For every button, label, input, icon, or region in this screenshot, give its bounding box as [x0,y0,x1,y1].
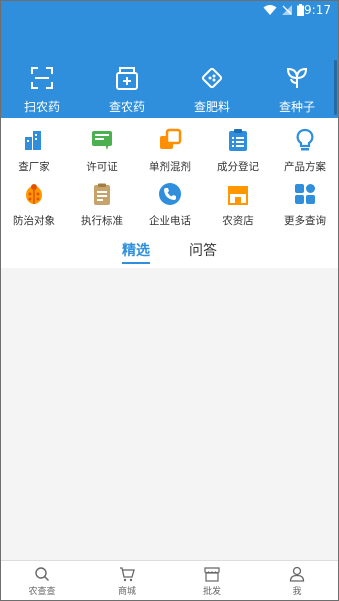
nav-nongchacha[interactable]: 农查查 [0,566,84,597]
tab-qa[interactable]: 问答 [189,240,217,260]
grid-item-standard[interactable]: 执行标准 [68,182,136,228]
quick-actions: 扫农药 查农药 查肥料 查种子 [0,60,339,116]
grid-label: 企业电话 [149,215,191,227]
grid-label: 成分登记 [217,161,259,173]
grid-item-registration[interactable]: 成分登记 [204,128,272,174]
content-area [0,268,339,560]
status-bar: 9:17 [0,0,339,22]
content-tabs: 精选 问答 [0,230,339,268]
scrollbar[interactable] [334,60,337,115]
nav-label: 农查查 [28,587,56,597]
factory-icon [25,131,41,150]
quick-label: 查农药 [108,100,145,114]
shop-icon [204,567,220,582]
nav-me[interactable]: 我 [255,566,339,597]
grid-item-company-phone[interactable]: 企业电话 [136,182,204,228]
nav-wholesale[interactable]: 批发 [170,566,254,597]
grid-item-license[interactable]: 许可证 [68,128,136,174]
nav-label: 商城 [117,587,136,597]
nav-label: 批发 [202,587,221,597]
signal-icon [282,5,292,15]
store-icon [228,186,248,205]
clipboard-icon [229,129,247,151]
header-banner: 9:17 扫农药 查农药 查肥料 查种子 [0,0,339,118]
grid-label: 执行标准 [81,215,123,227]
grid-item-mixture[interactable]: 单剂混剂 [136,128,204,174]
status-time: 9:17 [304,3,331,17]
grid-item-more[interactable]: 更多查询 [271,182,339,228]
quick-search-fertilizer[interactable]: 查肥料 [170,60,254,115]
medicine-box-icon [116,67,138,90]
quick-scan-pesticide[interactable]: 扫农药 [0,60,84,115]
bug-icon [26,184,42,204]
bottom-nav: 农查查 商城 批发 我 [0,560,339,601]
feature-grid: 查厂家 许可证 单剂混剂 成分登记 产品方案 防治对象 执行标准 企业电话 农资… [0,118,339,230]
grid-label: 农资店 [222,215,254,227]
grid-item-farm-store[interactable]: 农资店 [204,182,272,228]
quick-label: 扫农药 [23,100,60,114]
battery-icon [297,4,304,16]
tab-featured[interactable]: 精选 [122,240,150,260]
scan-icon [31,67,53,89]
quick-search-pesticide[interactable]: 查农药 [85,60,169,115]
fertilizer-icon [201,67,223,89]
mix-icon [160,128,182,149]
user-icon [289,566,305,582]
grid-label: 查厂家 [18,161,50,173]
grid-item-manufacturer[interactable]: 查厂家 [0,128,68,174]
license-icon [92,131,112,150]
lightbulb-icon [296,128,314,151]
more-grid-icon [295,184,315,204]
document-icon [94,183,110,205]
grid-label: 单剂混剂 [149,161,191,173]
phone-icon [159,183,181,205]
grid-label: 防治对象 [13,215,55,227]
grid-label: 许可证 [86,161,118,173]
grid-item-product-plan[interactable]: 产品方案 [271,128,339,174]
tab-indicator [122,262,150,264]
search-icon [35,567,49,581]
nav-label: 我 [292,587,302,597]
seedling-icon [286,67,308,88]
cart-icon [120,567,135,582]
quick-label: 查肥料 [193,100,230,114]
grid-item-pest-target[interactable]: 防治对象 [0,182,68,228]
quick-search-seed[interactable]: 查种子 [255,60,339,115]
wifi-icon [263,5,277,15]
grid-label: 产品方案 [284,161,326,173]
grid-label: 更多查询 [284,215,326,227]
nav-mall[interactable]: 商城 [85,566,169,597]
quick-label: 查种子 [278,100,315,114]
